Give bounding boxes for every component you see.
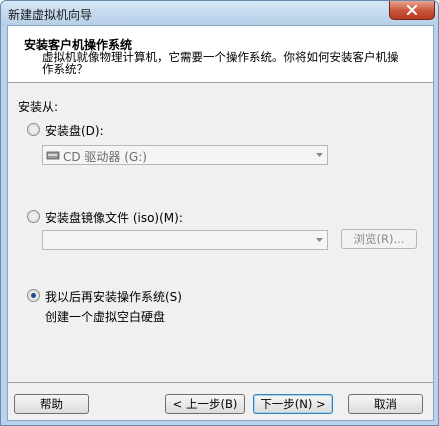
- install-from-label: 安装从:: [18, 100, 59, 114]
- install-later-label[interactable]: 我以后再安装操作系统(S): [45, 288, 182, 305]
- title-bar[interactable]: 新建虚拟机向导: [1, 1, 438, 25]
- wizard-window: 新建虚拟机向导 安装客户机操作系统 虚拟机就像物理计算机，它需要一个操作系统。你…: [0, 0, 439, 426]
- iso-radio-label[interactable]: 安装盘镜像文件 (iso)(M):: [45, 209, 183, 226]
- iso-radio[interactable]: [27, 210, 40, 223]
- drive-select[interactable]: CD 驱动器 (G:): [42, 145, 328, 165]
- install-later-description: 创建一个虚拟空白硬盘: [45, 310, 166, 324]
- wizard-body: 安装客户机操作系统 虚拟机就像物理计算机，它需要一个操作系统。你将如何安装客户机…: [7, 25, 434, 421]
- disc-radio[interactable]: [27, 123, 40, 136]
- install-later-radio[interactable]: [27, 289, 40, 302]
- close-button[interactable]: [389, 1, 435, 20]
- window-title: 新建虚拟机向导: [8, 8, 93, 22]
- page-description: 虚拟机就像物理计算机，它需要一个操作系统。你将如何安装客户机操作系统？: [42, 50, 399, 76]
- disc-radio-label[interactable]: 安装盘(D):: [45, 122, 104, 139]
- help-button[interactable]: 帮助: [14, 394, 89, 414]
- cancel-button[interactable]: 取消: [348, 394, 423, 414]
- next-button[interactable]: 下一步(N) >: [253, 394, 333, 414]
- chevron-down-icon[interactable]: [311, 231, 327, 249]
- footer-divider: [8, 382, 433, 383]
- browse-button[interactable]: 浏览(R)...: [341, 229, 417, 249]
- chevron-down-icon[interactable]: [311, 146, 327, 164]
- iso-path-select[interactable]: [42, 230, 328, 250]
- wizard-header: 安装客户机操作系统 虚拟机就像物理计算机，它需要一个操作系统。你将如何安装客户机…: [8, 26, 433, 83]
- cd-drive-icon: [46, 151, 60, 160]
- back-button[interactable]: < 上一步(B): [165, 394, 245, 414]
- drive-select-value: CD 驱动器 (G:): [63, 150, 147, 164]
- close-icon: [407, 5, 417, 15]
